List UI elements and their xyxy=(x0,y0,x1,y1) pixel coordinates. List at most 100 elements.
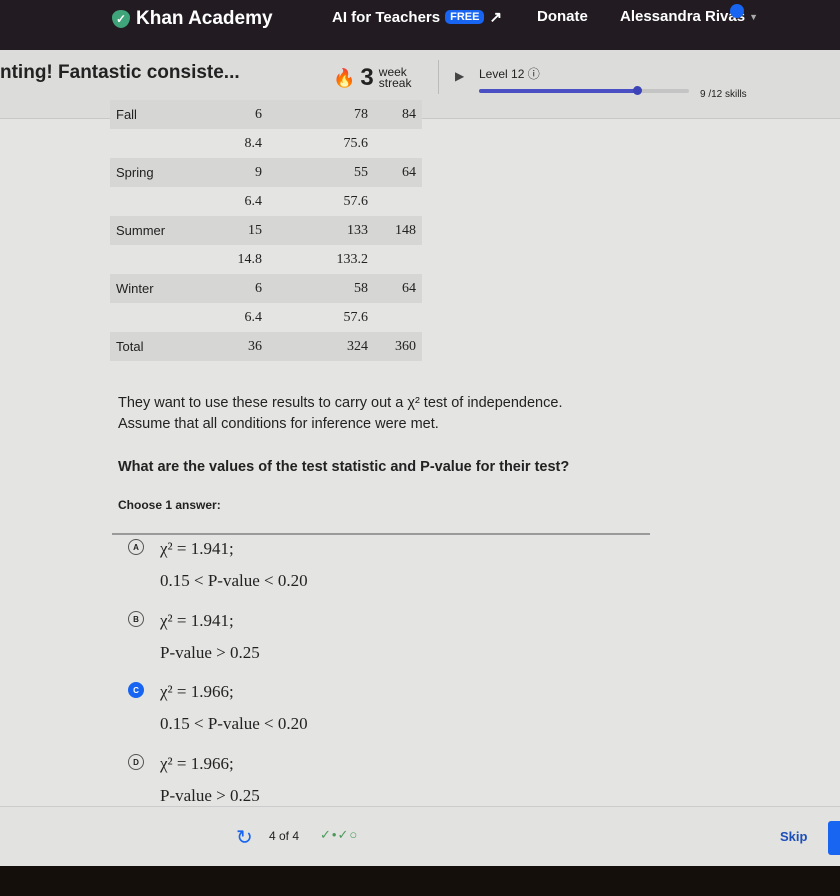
test-statistic: χ² = 1.966; xyxy=(160,754,234,773)
table-cell xyxy=(374,129,422,158)
table-cell: 36 xyxy=(222,332,268,361)
question-text-1: They want to use these results to carry … xyxy=(118,395,563,411)
user-name: Alessandra Rivas xyxy=(620,8,746,25)
flame-icon: 🔥 xyxy=(333,67,356,88)
chevron-down-icon: ▼ xyxy=(749,11,758,22)
answer-choice-c[interactable]: Cχ² = 1.966; 0.15 < P-value < 0.20 xyxy=(128,676,308,740)
table-cell: 6.4 xyxy=(244,193,263,209)
table-cell xyxy=(374,187,422,216)
table-cell: 84 xyxy=(374,100,422,129)
level-progress-knob xyxy=(632,86,642,95)
table-cell: 9 xyxy=(222,158,268,187)
table-cell: 64 xyxy=(374,158,422,187)
table-cell xyxy=(110,187,222,216)
question-count: 4 of 4 xyxy=(269,829,300,843)
streak[interactable]: 🔥 3 week streak xyxy=(333,64,411,92)
ai-for-teachers-link[interactable]: AI for Teachers FREE ↗ xyxy=(332,8,503,27)
table-cell: Winter xyxy=(110,274,222,303)
table-cell xyxy=(374,303,422,332)
radio-icon[interactable]: D xyxy=(128,754,144,770)
leaf-logo-icon: ✓ xyxy=(112,10,130,28)
table-row: Spring 9 55 64 xyxy=(110,158,422,187)
table-cell xyxy=(110,129,222,158)
table-row: 6.4 57.6 xyxy=(110,303,422,332)
streak-label: week streak xyxy=(378,66,412,90)
table-cell: 6.4 xyxy=(244,309,263,325)
table-cell: 64 xyxy=(374,274,422,303)
table-cell: 78 xyxy=(268,100,374,129)
top-nav: ✓ Khan Academy AI for Teachers FREE ↗ Donat… xyxy=(0,0,840,50)
table-row: Total 36 324 360 xyxy=(110,332,422,361)
p-value-range: P-value > 0.25 xyxy=(160,643,260,662)
test-statistic: χ² = 1.966; xyxy=(160,682,234,701)
table-cell xyxy=(374,245,422,274)
choose-prompt: Choose 1 answer: xyxy=(118,498,221,512)
contingency-table: Fall 6 78 84 8.4 75.6 Spring 9 55 64 6.4 57.6 Summer… xyxy=(110,100,422,361)
check-button[interactable] xyxy=(828,821,840,855)
test-statistic: χ² = 1.941; xyxy=(160,611,234,630)
table-cell: Fall xyxy=(110,100,222,129)
choice-content: χ² = 1.941; 0.15 < P-value < 0.20 xyxy=(160,533,308,597)
table-cell: 75.6 xyxy=(343,135,369,151)
table-cell: 148 xyxy=(374,216,422,245)
table-cell: Total xyxy=(110,332,222,361)
table-cell: 57.6 xyxy=(343,193,369,209)
table-cell: 58 xyxy=(268,274,374,303)
ai-for-teachers-label: AI for Teachers xyxy=(332,8,441,26)
table-row: 14.8 133.2 xyxy=(110,245,422,274)
khan-academy-logo[interactable]: ✓ Khan Academy xyxy=(112,8,273,30)
radio-icon[interactable]: B xyxy=(128,611,144,627)
test-statistic: χ² = 1.941; xyxy=(160,539,234,558)
skip-button[interactable]: Skip xyxy=(780,829,807,844)
level-progress-fill xyxy=(479,89,637,93)
skills-count: 9 /12 skills xyxy=(700,89,747,100)
play-icon[interactable]: ▶ xyxy=(455,69,464,83)
question-text-2: Assume that all conditions for inference… xyxy=(118,416,439,432)
table-cell: 324 xyxy=(268,332,374,361)
choice-content: χ² = 1.966; P-value > 0.25 xyxy=(160,748,260,812)
table-cell: 6 xyxy=(222,274,268,303)
table-row: 8.4 75.6 xyxy=(110,129,422,158)
radio-icon[interactable]: C xyxy=(128,682,144,698)
table-cell: Spring xyxy=(110,158,222,187)
level-label[interactable]: Level 12 ⓘ xyxy=(479,65,540,82)
notification-dot-icon xyxy=(730,4,744,18)
table-row: Winter 6 58 64 xyxy=(110,274,422,303)
choice-content: χ² = 1.966; 0.15 < P-value < 0.20 xyxy=(160,676,308,740)
table-cell: 55 xyxy=(268,158,374,187)
table-row: Fall 6 78 84 xyxy=(110,100,422,129)
free-badge: FREE xyxy=(445,10,485,24)
table-cell: 133.2 xyxy=(336,251,369,267)
question-text-3: What are the values of the test statisti… xyxy=(118,459,570,475)
table-cell: 8.4 xyxy=(244,135,263,151)
answer-choice-d[interactable]: Dχ² = 1.966; P-value > 0.25 xyxy=(128,748,260,812)
table-row: 6.4 57.6 xyxy=(110,187,422,216)
restart-icon[interactable]: ↻ xyxy=(236,825,253,850)
radio-icon[interactable]: A xyxy=(128,539,144,555)
table-cell: 15 xyxy=(222,216,268,245)
external-link-icon: ↗ xyxy=(489,9,503,26)
streak-count: 3 xyxy=(360,64,374,91)
answer-choice-a[interactable]: Aχ² = 1.941; 0.15 < P-value < 0.20 xyxy=(128,533,308,597)
table-cell: 6 xyxy=(222,100,268,129)
table-cell: Summer xyxy=(110,216,222,245)
donate-link[interactable]: Donate xyxy=(537,8,588,25)
choice-content: χ² = 1.941; P-value > 0.25 xyxy=(160,605,260,669)
p-value-range: 0.15 < P-value < 0.20 xyxy=(160,571,308,590)
table-cell: 57.6 xyxy=(343,309,369,325)
footer: ↻ 4 of 4 ✓•✓○ Skip xyxy=(0,806,840,867)
table-cell: 360 xyxy=(374,332,422,361)
question-progress-marks: ✓•✓○ xyxy=(320,827,359,842)
screen-bezel xyxy=(0,866,840,896)
goal-text: nting! Fantastic consiste... xyxy=(0,62,240,83)
table-cell xyxy=(110,245,222,274)
level-progress-bar xyxy=(479,86,689,95)
brand-name: Khan Academy xyxy=(136,8,273,29)
table-cell: 14.8 xyxy=(237,251,263,267)
table-cell xyxy=(110,303,222,332)
streak-word: streak xyxy=(378,76,412,90)
divider xyxy=(438,60,439,94)
p-value-range: 0.15 < P-value < 0.20 xyxy=(160,714,308,733)
answer-choice-b[interactable]: Bχ² = 1.941; P-value > 0.25 xyxy=(128,605,260,669)
table-cell: 133 xyxy=(268,216,374,245)
